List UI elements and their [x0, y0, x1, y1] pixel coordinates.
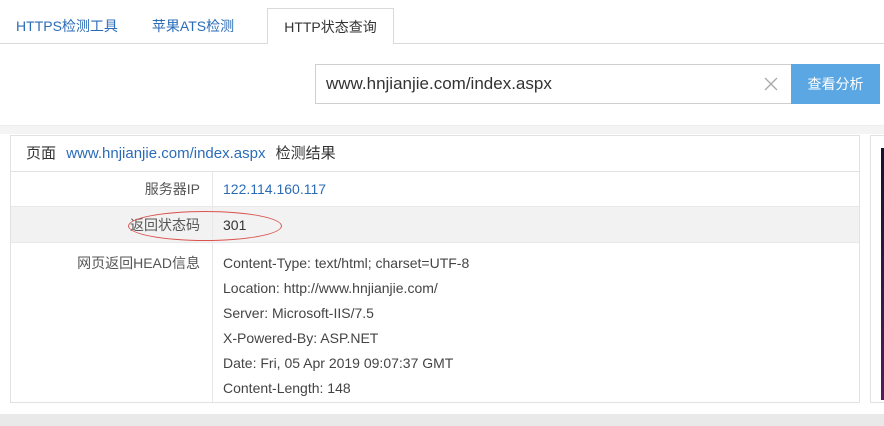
head-info-list: Content-Type: text/html; charset=UTF-8 L… [212, 243, 859, 402]
head-line: Location: http://www.hnjianjie.com/ [223, 280, 438, 296]
clear-icon[interactable] [761, 74, 781, 94]
table-row-status-code: 返回状态码 301 [11, 207, 859, 243]
server-ip-value: 122.114.160.117 [212, 172, 859, 207]
result-title: 页面 www.hnjianjie.com/index.aspx 检测结果 [11, 136, 859, 172]
head-line: Server: Microsoft-IIS/7.5 [223, 305, 374, 321]
footer-strip [0, 414, 884, 426]
table-row-server-ip: 服务器IP 122.114.160.117 [11, 172, 859, 207]
search-bar: 查看分析 [0, 44, 884, 126]
tab-bar: HTTPS检测工具 苹果ATS检测 HTTP状态查询 [0, 0, 884, 45]
head-line: X-Powered-By: ASP.NET [223, 330, 379, 346]
result-panel: 页面 www.hnjianjie.com/index.aspx 检测结果 服务器… [10, 135, 860, 403]
tab-apple-ats-check[interactable]: 苹果ATS检测 [138, 8, 248, 44]
table-row-head-info: 网页返回HEAD信息 Content-Type: text/html; char… [11, 243, 859, 402]
head-line: Content-Length: 148 [223, 380, 351, 396]
url-input[interactable] [326, 65, 756, 103]
side-panel [870, 135, 884, 403]
head-line: Date: Fri, 05 Apr 2019 09:07:37 GMT [223, 355, 454, 371]
result-title-url[interactable]: www.hnjianjie.com/index.aspx [66, 145, 265, 162]
analyze-button[interactable]: 查看分析 [791, 64, 880, 104]
head-line: Content-Type: text/html; charset=UTF-8 [223, 255, 470, 271]
section-divider [0, 126, 884, 134]
tab-https-check[interactable]: HTTPS检测工具 [8, 8, 126, 44]
server-ip-label: 服务器IP [144, 181, 200, 197]
head-info-label: 网页返回HEAD信息 [77, 255, 200, 271]
result-title-suffix: 检测结果 [275, 145, 336, 162]
status-code-value: 301 [212, 207, 859, 243]
result-title-prefix: 页面 [26, 145, 57, 162]
tab-http-status-query[interactable]: HTTP状态查询 [267, 8, 394, 45]
search-box [315, 64, 791, 104]
status-code-label: 返回状态码 [130, 217, 200, 233]
